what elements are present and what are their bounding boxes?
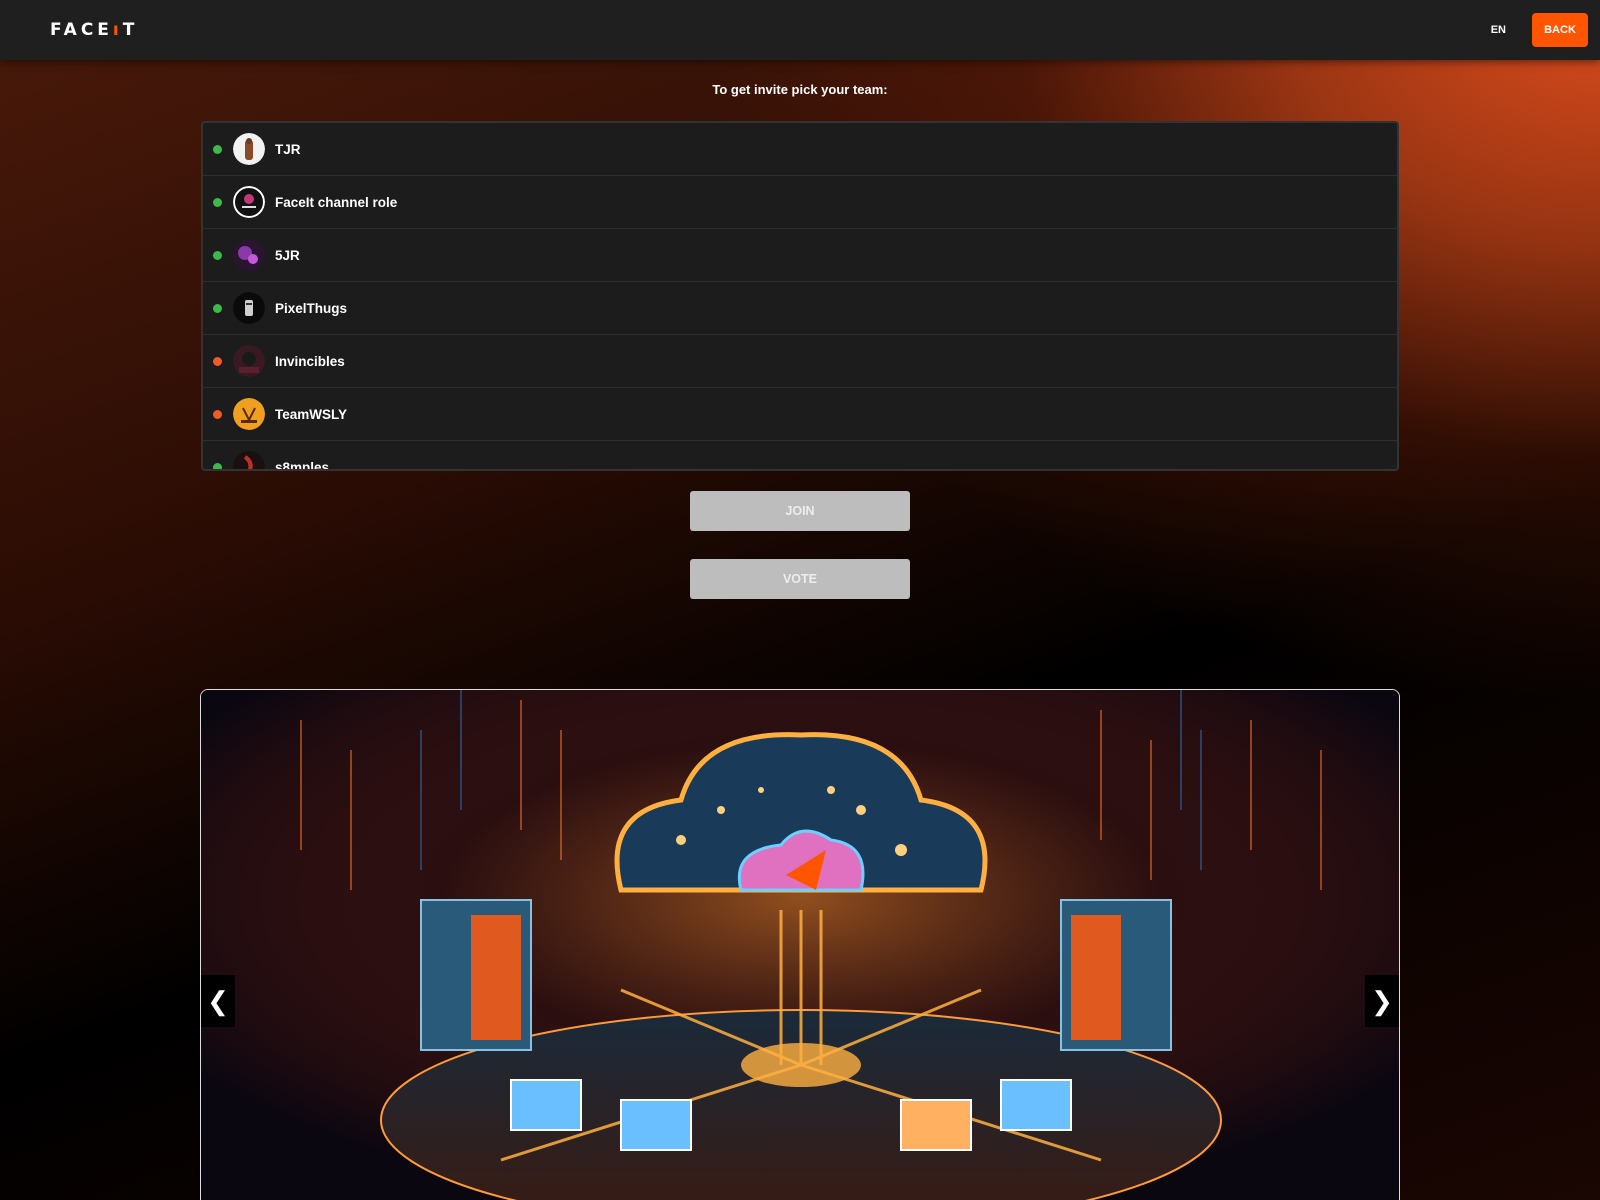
team-row-teamwsly[interactable]: TeamWSLY [203, 388, 1397, 441]
team-name: TJR [275, 141, 301, 157]
logo-text-end: T [122, 20, 139, 40]
team-name: s8mples [275, 459, 330, 471]
team-row-tjr[interactable]: TJR [203, 123, 1397, 176]
team-row-pixelthugs[interactable]: PixelThugs [203, 282, 1397, 335]
carousel-next-button[interactable]: ❯ [1365, 975, 1399, 1027]
status-dot [213, 462, 222, 469]
team-row-5jr[interactable]: 5JR [203, 229, 1397, 282]
team-avatar-tjr [233, 133, 265, 165]
team-avatar-5jr [233, 239, 265, 271]
team-avatar-invincibles [233, 345, 265, 377]
logo-text: FACE [50, 20, 113, 40]
top-right-controls: EN BACK [1491, 13, 1588, 47]
back-button[interactable]: BACK [1532, 13, 1588, 47]
team-name: Invincibles [275, 353, 345, 369]
status-dot [213, 303, 222, 313]
carousel-image-cloud-network [201, 690, 1399, 1200]
team-list[interactable]: TJR FaceIt channel role 5JR PixelThugs I… [201, 121, 1399, 471]
logo-accent: ı [112, 20, 123, 40]
team-avatar-s8mples [233, 451, 265, 469]
team-name: TeamWSLY [275, 406, 348, 422]
carousel-prev-button[interactable]: ❮ [201, 975, 235, 1027]
team-row-faceit-channel-role[interactable]: FaceIt channel role [203, 176, 1397, 229]
top-bar: FACE ı T EN BACK [0, 0, 1600, 60]
team-name: PixelThugs [275, 300, 348, 316]
team-pick-prompt: To get invite pick your team: [712, 82, 888, 97]
team-name: FaceIt channel role [275, 194, 398, 210]
status-dot [213, 197, 222, 207]
status-dot [213, 250, 222, 260]
team-avatar-teamwsly [233, 398, 265, 430]
vote-button[interactable]: VOTE [690, 559, 910, 599]
language-selector[interactable]: EN [1491, 24, 1506, 36]
status-dot [213, 409, 222, 419]
team-row-s8mples[interactable]: s8mples [203, 441, 1397, 471]
image-carousel: ❮ ❯ [200, 689, 1400, 1200]
faceit-logo[interactable]: FACE ı T [50, 20, 138, 40]
team-name: 5JR [275, 247, 300, 263]
team-row-invincibles[interactable]: Invincibles [203, 335, 1397, 388]
status-dot [213, 356, 222, 366]
team-avatar-faceit-channel-role [233, 186, 265, 218]
team-avatar-pixelthugs [233, 292, 265, 324]
join-button[interactable]: JOIN [690, 491, 910, 531]
status-dot [213, 144, 222, 154]
